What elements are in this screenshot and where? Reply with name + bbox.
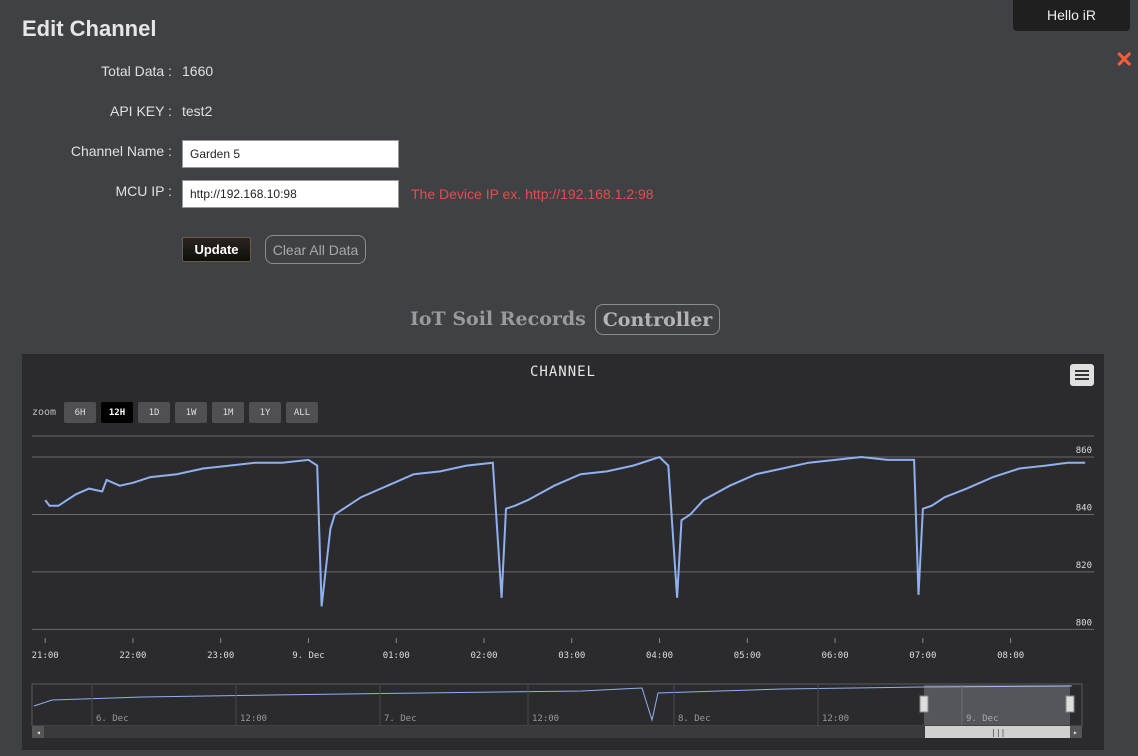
api-key-value: test2 — [182, 103, 213, 119]
scrollbar[interactable]: ◂ ||| ▸ — [32, 726, 1082, 738]
mcu-ip-input[interactable] — [182, 180, 399, 208]
y-tick-label: 800 — [1076, 618, 1092, 628]
mcu-ip-label: MCU IP : — [115, 183, 172, 199]
navigator-label: 7. Dec — [384, 714, 417, 724]
x-tick-label: 22:00 — [119, 651, 146, 661]
series-line — [44, 455, 1086, 607]
navigator[interactable]: 6. Dec 12:00 7. Dec 12:00 8. Dec 12:00 9. Dec — [31, 683, 1083, 727]
x-tick-label: 04:00 — [646, 651, 673, 661]
total-data-value: 1660 — [182, 63, 214, 79]
navigator-selection — [924, 685, 1070, 725]
controller-button[interactable]: Controller — [595, 304, 720, 335]
navigator-handle-right — [1065, 695, 1075, 713]
x-tick-label: 05:00 — [734, 651, 761, 661]
x-tick-label: 01:00 — [383, 651, 410, 661]
svg-text:▸: ▸ — [1073, 728, 1078, 737]
y-tick-label: 860 — [1076, 446, 1092, 456]
x-tick-label: 07:00 — [909, 651, 936, 661]
section-title: IoT Soil Records — [410, 308, 586, 330]
page-title: Edit Channel — [22, 16, 157, 41]
update-button[interactable]: Update — [182, 237, 251, 262]
x-tick-label: 21:00 — [32, 651, 59, 661]
api-key-label: API KEY : — [110, 103, 172, 119]
navigator-handle-left — [919, 695, 929, 713]
mcu-ip-hint: The Device IP ex. http://192.168.1.2:98 — [411, 186, 654, 202]
chart-panel: CHANNEL zoom 6H 12H 1D 1W 1M 1Y ALL 800 8… — [22, 354, 1104, 750]
clear-all-data-button[interactable]: Clear All Data — [265, 235, 366, 264]
close-icon[interactable]: ✕ — [1115, 49, 1133, 71]
channel-name-input[interactable] — [182, 140, 399, 168]
x-tick-label: 03:00 — [558, 651, 585, 661]
navigator-label: 12:00 — [240, 714, 267, 724]
x-tick-label: 02:00 — [470, 651, 497, 661]
x-tick-label: 08:00 — [997, 651, 1024, 661]
user-menu[interactable]: Hello iR — [1013, 0, 1130, 31]
x-tick-label: 9. Dec — [292, 651, 325, 661]
x-tick-label: 06:00 — [822, 651, 849, 661]
y-tick-label: 840 — [1076, 503, 1092, 513]
navigator-label: 6. Dec — [96, 714, 129, 724]
total-data-label: Total Data : — [101, 63, 172, 79]
line-chart: 800 820 840 860 21:00 22:00 23:00 9. Dec 01:00 0… — [31, 435, 1094, 738]
svg-text:|||: ||| — [991, 728, 1005, 737]
channel-name-label: Channel Name : — [70, 143, 172, 159]
x-tick-label: 23:00 — [207, 651, 234, 661]
navigator-label: 8. Dec — [678, 714, 711, 724]
navigator-label: 12:00 — [822, 714, 849, 724]
svg-text:◂: ◂ — [36, 728, 41, 737]
y-tick-label: 820 — [1076, 561, 1092, 571]
navigator-label: 12:00 — [532, 714, 559, 724]
